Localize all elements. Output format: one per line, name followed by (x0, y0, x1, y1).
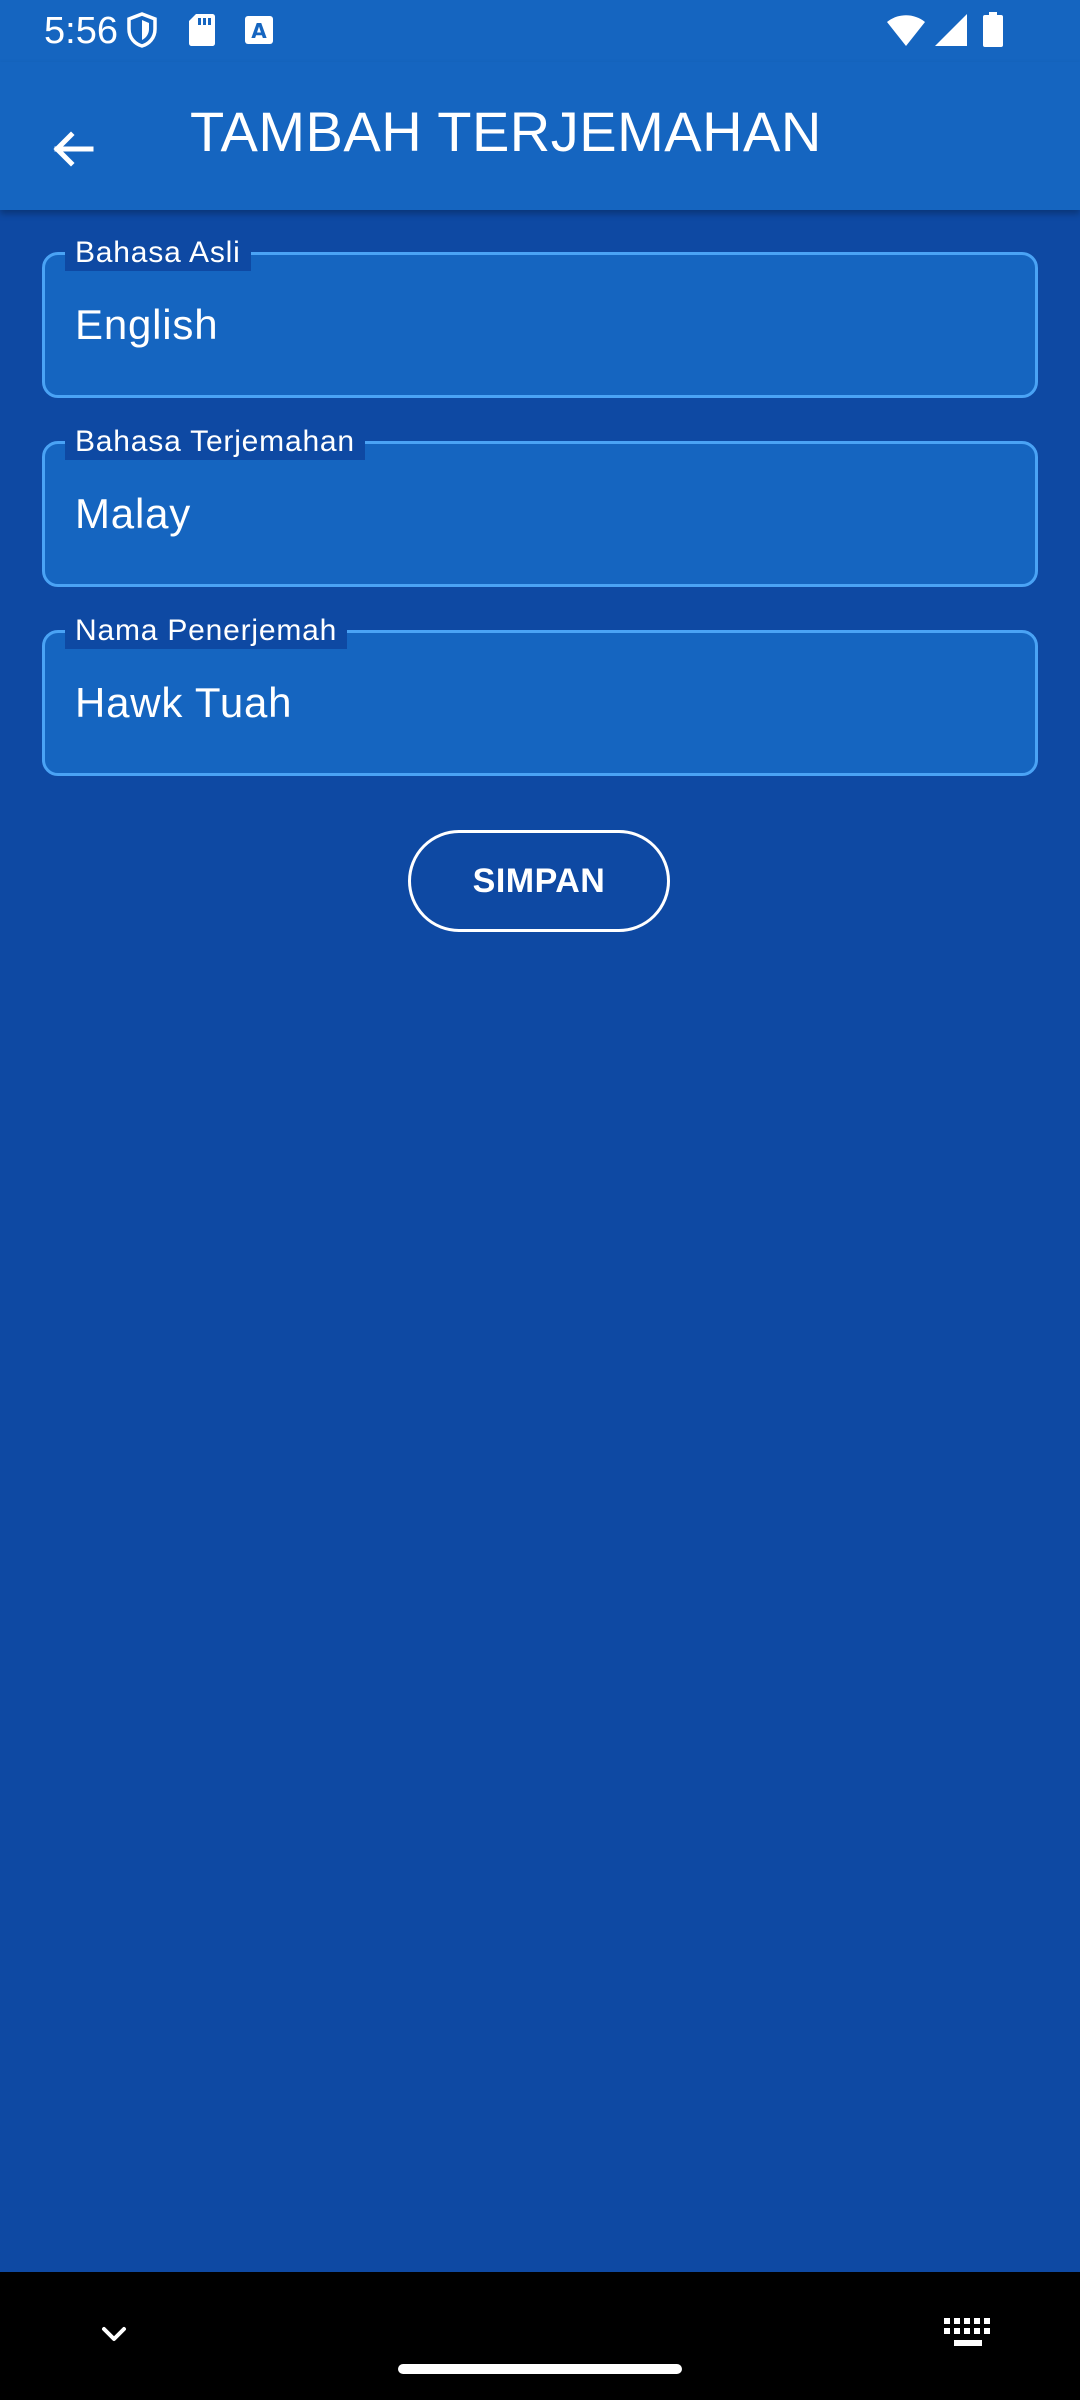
battery-icon (983, 12, 1003, 47)
arrow-left-icon (53, 131, 94, 167)
wifi-icon (887, 15, 925, 46)
translator-name-label: Nama Penerjemah (65, 613, 348, 649)
sd-card-icon (189, 14, 215, 46)
font-a-icon: A (245, 16, 273, 44)
target-language-value: Malay (75, 490, 192, 537)
save-button[interactable]: SIMPAN (408, 830, 670, 932)
source-language-field[interactable]: Bahasa Asli English (42, 235, 1038, 398)
source-language-value: English (75, 301, 219, 348)
app-bar: TAMBAH TERJEMAHAN (0, 62, 1080, 210)
signal-icon (935, 14, 967, 46)
back-button[interactable] (30, 106, 116, 192)
shield-icon (127, 12, 157, 48)
status-bar: 5:56 A (0, 0, 1080, 62)
translator-name-value: Hawk Tuah (75, 679, 293, 726)
home-handle[interactable] (398, 2364, 682, 2374)
source-language-label: Bahasa Asli (65, 235, 251, 271)
target-language-field[interactable]: Bahasa Terjemahan Malay (42, 424, 1038, 587)
target-language-label: Bahasa Terjemahan (65, 424, 365, 460)
status-time: 5:56 (44, 10, 118, 52)
svg-text:A: A (251, 19, 267, 43)
chevron-down-icon[interactable] (92, 2312, 136, 2356)
page-title: TAMBAH TERJEMAHAN (190, 100, 822, 163)
navigation-bar (0, 2272, 1080, 2400)
translator-name-field[interactable]: Nama Penerjemah Hawk Tuah (42, 613, 1038, 776)
keyboard-icon[interactable] (942, 2316, 994, 2352)
